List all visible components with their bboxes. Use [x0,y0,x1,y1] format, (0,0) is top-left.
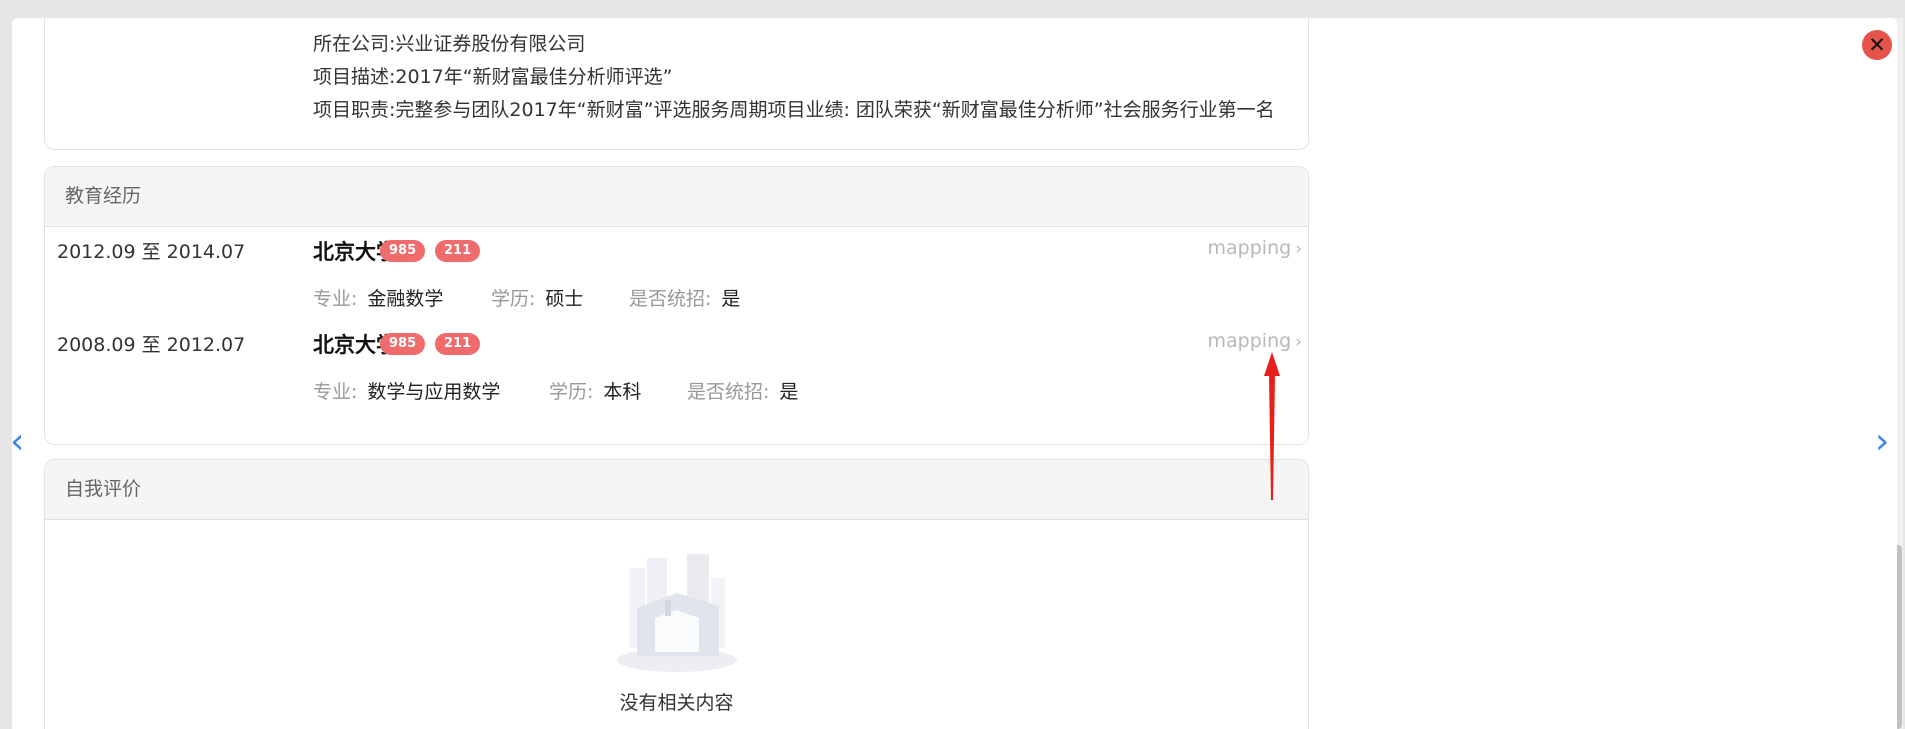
mapping-label: mapping [1207,237,1292,259]
badge-985: 985 [380,240,426,262]
unified-label: 是否统招: [687,381,770,403]
mapping-link[interactable]: mapping › [1208,330,1302,352]
major-field: 专业: 金融数学 [313,284,443,311]
major-value: 数学与应用数学 [367,381,501,403]
project-duty: 项目职责:完整参与团队2017年“新财富”评选服务周期项目业绩: 团队荣获“新财… [313,99,1275,121]
annotation-arrow [1264,352,1280,500]
unified-label: 是否统招: [629,288,712,310]
chevron-left-icon[interactable]: ‹ [10,424,24,460]
degree-value: 硕士 [545,288,584,310]
badge-211: 211 [435,333,481,355]
education-item: 2012.09 至 2014.07 北京大学 985 211 mapping › … [45,227,1308,319]
degree-field: 学历: 硕士 [491,284,583,311]
major-label: 专业: [313,288,358,310]
degree-label: 学历: [549,381,594,403]
mapping-link[interactable]: mapping › [1208,237,1302,259]
project-card: 所在公司:兴业证券股份有限公司 项目描述:2017年“新财富最佳分析师评选” 项… [44,18,1309,150]
education-card: 教育经历 2012.09 至 2014.07 北京大学 985 211 mapp… [44,166,1309,445]
self-eval-title: 自我评价 [45,460,1308,520]
education-date: 2008.09 至 2012.07 [57,334,246,356]
chevron-right-icon: › [1295,239,1302,259]
project-description: 项目描述:2017年“新财富最佳分析师评选” [313,66,673,88]
degree-label: 学历: [491,288,536,310]
badge-985: 985 [380,333,426,355]
chevron-right-icon: › [1295,332,1302,352]
major-label: 专业: [313,381,358,403]
unified-field: 是否统招: 是 [687,377,798,404]
empty-text: 没有相关内容 [619,692,734,714]
major-value: 金融数学 [367,288,444,310]
major-field: 专业: 数学与应用数学 [313,377,500,404]
education-item: 2008.09 至 2012.07 北京大学 985 211 mapping › … [45,320,1308,412]
degree-value: 本科 [603,381,642,403]
education-date: 2012.09 至 2014.07 [57,241,246,263]
chevron-right-icon[interactable]: › [1875,424,1889,460]
unified-value: 是 [779,381,799,403]
unified-field: 是否统招: 是 [629,284,740,311]
close-icon: ✕ [1868,33,1886,57]
degree-field: 学历: 本科 [549,377,641,404]
self-eval-card: 自我评价 没有相关内容 [44,459,1309,729]
close-button[interactable]: ✕ [1862,30,1892,60]
badge-211: 211 [435,240,481,262]
unified-value: 是 [721,288,741,310]
empty-illustration [616,554,737,672]
empty-state: 没有相关内容 [45,520,1308,729]
resume-panel: 所在公司:兴业证券股份有限公司 项目描述:2017年“新财富最佳分析师评选” 项… [12,18,1897,729]
project-company: 所在公司:兴业证券股份有限公司 [313,33,586,55]
education-title: 教育经历 [45,167,1308,227]
